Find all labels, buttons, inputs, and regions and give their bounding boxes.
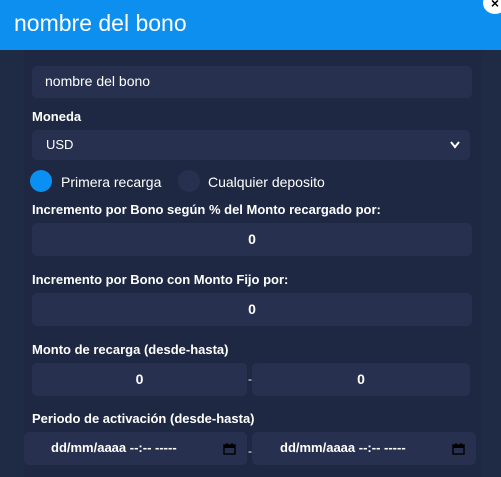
radio-cualquier-deposito-label: Cualquier deposito (208, 174, 325, 190)
modal-body: nombre del bono Moneda USD Primera recar… (24, 50, 481, 477)
modal-title: nombre del bono (14, 10, 187, 36)
modal-header: nombre del bono (0, 0, 501, 50)
chevron-down-icon (450, 141, 460, 149)
activation-to-input[interactable]: dd/mm/aaaa --:-- ----- (252, 432, 476, 465)
recharge-range-label: Monto de recarga (desde-hasta) (32, 342, 229, 357)
bonus-name-input[interactable]: nombre del bono (32, 66, 472, 98)
calendar-icon (452, 443, 465, 455)
radio-primera-recarga[interactable] (30, 170, 52, 192)
currency-label: Moneda (32, 109, 82, 124)
bonus-modal: nombre del bono × nombre del bono Moneda… (0, 0, 501, 477)
activation-from-input[interactable]: dd/mm/aaaa --:-- ----- (24, 432, 247, 465)
calendar-icon (223, 443, 236, 455)
radio-checked-dot (32, 172, 50, 190)
currency-select[interactable]: USD (32, 130, 470, 160)
currency-selected-value: USD (46, 137, 74, 152)
radio-cualquier-deposito[interactable] (178, 170, 200, 192)
fixed-bonus-label: Incremento por Bono con Monto Fijo por: (32, 272, 289, 287)
percent-bonus-input[interactable]: 0 (32, 223, 472, 256)
fixed-bonus-input[interactable]: 0 (32, 293, 472, 326)
radio-primera-recarga-label: Primera recarga (61, 174, 162, 190)
recharge-from-input[interactable]: 0 (32, 363, 247, 396)
recharge-to-input[interactable]: 0 (252, 363, 470, 396)
activation-period-label: Periodo de activación (desde-hasta) (32, 411, 255, 426)
close-icon: × (490, 0, 500, 11)
percent-bonus-label: Incremento por Bono según % del Monto re… (32, 202, 381, 217)
